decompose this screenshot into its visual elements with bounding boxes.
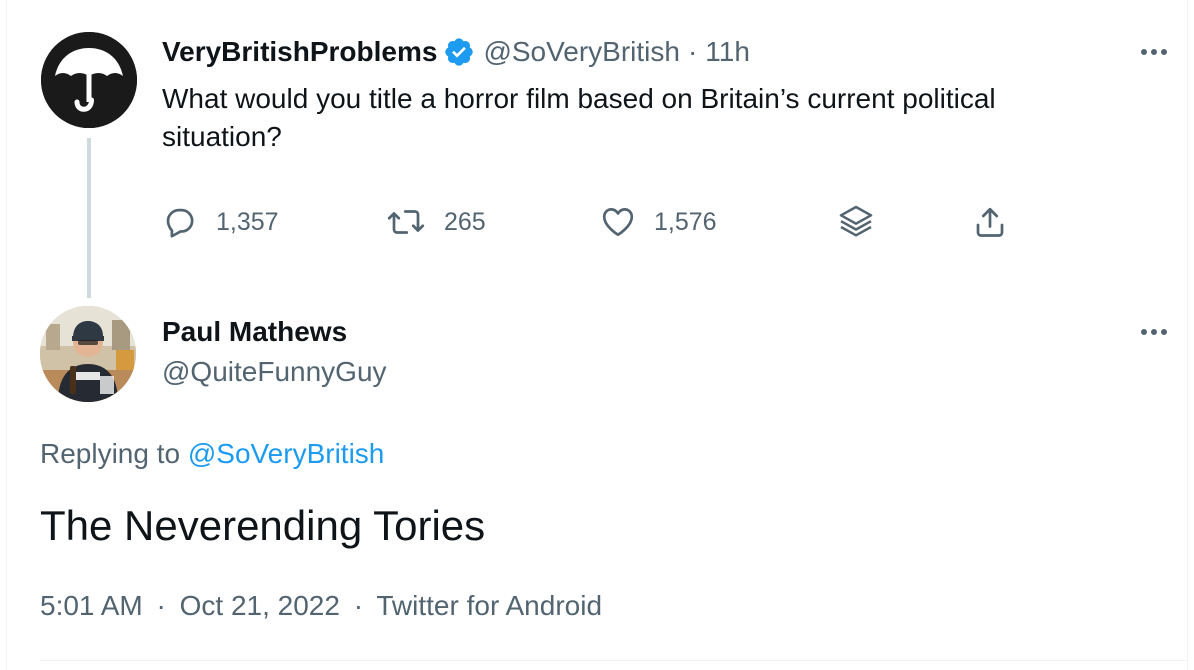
tweet-date[interactable]: Oct 21, 2022 <box>180 590 340 621</box>
tweet-actions-bar: 1,357 265 1,576 <box>162 202 1022 242</box>
share-icon <box>976 207 1004 237</box>
author-handle[interactable]: @SoVeryBritish <box>483 36 680 68</box>
profile-photo-image <box>40 306 136 402</box>
tweet-meta-line: 5:01 AM · Oct 21, 2022 · Twitter for And… <box>40 590 602 622</box>
heart-icon <box>602 208 634 237</box>
umbrella-icon <box>41 32 137 128</box>
like-button[interactable]: 1,576 <box>600 202 717 242</box>
tweet-text: What would you title a horror film based… <box>162 83 996 152</box>
more-dot-icon <box>1161 49 1167 55</box>
meta-separator: · <box>156 590 166 621</box>
author-name[interactable]: VeryBritishProblems <box>162 36 437 68</box>
frame-right-border <box>1187 0 1188 670</box>
reply-count: 1,357 <box>216 207 279 236</box>
like-count: 1,576 <box>654 207 717 236</box>
reply-button[interactable]: 1,357 <box>162 202 279 242</box>
reply-icon <box>166 208 194 238</box>
more-dot-icon <box>1161 329 1167 335</box>
replying-to-line: Replying to @SoVeryBritish <box>40 438 384 470</box>
more-options-button[interactable] <box>1134 40 1174 64</box>
more-dot-icon <box>1141 329 1147 335</box>
thread-connector-line <box>87 138 91 298</box>
replying-to-label: Replying to <box>40 438 181 469</box>
share-button[interactable] <box>972 202 1008 242</box>
reply-more-options-button[interactable] <box>1134 320 1174 344</box>
frame-left-border <box>6 0 7 670</box>
verified-badge-icon <box>443 36 475 68</box>
replying-to-handle-link[interactable]: @SoVeryBritish <box>188 438 385 469</box>
header-separator: · <box>687 36 698 67</box>
tweet-timestamp[interactable]: 11h <box>705 36 750 68</box>
retweet-count: 265 <box>444 207 486 236</box>
more-dot-icon <box>1151 329 1157 335</box>
author-avatar[interactable] <box>41 32 137 128</box>
retweet-icon <box>387 210 425 234</box>
layers-icon <box>839 205 873 237</box>
reply-author-avatar[interactable] <box>40 306 136 402</box>
tweet-time[interactable]: 5:01 AM <box>40 590 143 621</box>
reply-author-name[interactable]: Paul Mathews <box>162 316 347 348</box>
retweet-button[interactable]: 265 <box>386 202 486 242</box>
tweet-source-link[interactable]: Twitter for Android <box>376 590 602 621</box>
analytics-button[interactable] <box>836 202 876 242</box>
more-dot-icon <box>1141 49 1147 55</box>
more-dot-icon <box>1151 49 1157 55</box>
reply-author-handle[interactable]: @QuiteFunnyGuy <box>162 356 387 388</box>
frame-bottom-divider <box>40 660 1188 661</box>
meta-separator: · <box>353 590 364 621</box>
tweet-header: VeryBritishProblems @SoVeryBritish · 11h <box>162 34 750 70</box>
reply-tweet-text: The Neverending Tories <box>40 502 486 549</box>
